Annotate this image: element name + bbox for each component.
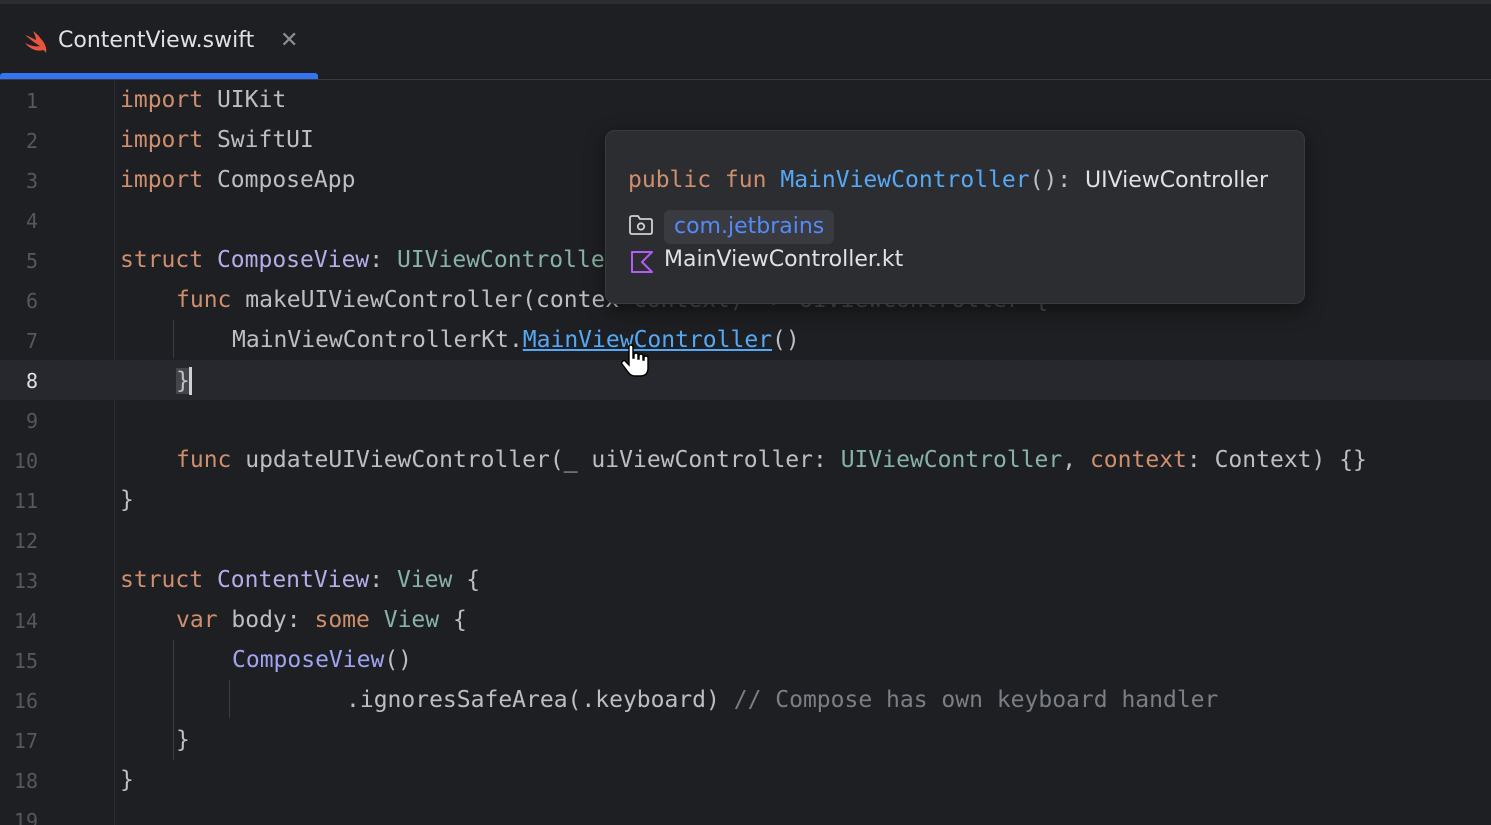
code-text: } xyxy=(120,767,134,793)
folder-icon xyxy=(629,215,653,235)
code-text: struct ContentView: View { xyxy=(120,567,481,593)
code-text: struct ComposeView: UIViewControlle xyxy=(120,247,605,273)
line-number: 4 xyxy=(25,209,38,233)
code-text: } xyxy=(120,487,134,513)
line-number: 7 xyxy=(25,329,38,353)
line-number: 14 xyxy=(13,609,38,633)
code-line-18: 18 } xyxy=(0,760,1491,800)
hand-cursor-icon xyxy=(620,344,649,377)
active-tab-indicator xyxy=(0,73,318,79)
line-number: 11 xyxy=(13,489,38,513)
line-number: 16 xyxy=(13,689,38,713)
code-text: import SwiftUI xyxy=(120,127,314,153)
line-number: 19 xyxy=(13,809,38,825)
source-file-name[interactable]: MainViewController.kt xyxy=(664,247,903,272)
kotlin-file-icon xyxy=(631,251,653,273)
swift-icon xyxy=(25,31,47,53)
line-number: 10 xyxy=(13,449,38,473)
line-number: 8 xyxy=(25,369,38,393)
code-text: MainViewControllerKt.MainViewController(… xyxy=(232,327,800,353)
line-number: 6 xyxy=(25,289,38,313)
code-line-1: 1 import UIKit xyxy=(0,80,1491,120)
code-line-10: 10 func updateUIViewController(_ uiViewC… xyxy=(0,440,1491,480)
tab-title: ContentView.swift xyxy=(58,28,255,53)
function-signature: public fun MainViewController(): UIViewC… xyxy=(628,167,1268,193)
code-line-7: 7 MainViewControllerKt.MainViewControlle… xyxy=(0,320,1491,360)
line-number: 9 xyxy=(25,409,38,433)
code-line-16: 16 .ignoresSafeArea(.keyboard) // Compos… xyxy=(0,680,1491,720)
line-number: 12 xyxy=(13,529,38,553)
code-line-15: 15 ComposeView() xyxy=(0,640,1491,680)
line-number: 5 xyxy=(25,249,38,273)
code-line-17: 17 } xyxy=(0,720,1491,760)
code-text: var body: some View { xyxy=(176,607,467,633)
line-number: 15 xyxy=(13,649,38,673)
code-line-8-current: 8 } xyxy=(0,360,1491,400)
code-text: .ignoresSafeArea(.keyboard) // Compose h… xyxy=(346,687,1219,713)
code-line-14: 14 var body: some View { xyxy=(0,600,1491,640)
tab-contentview-swift[interactable]: ContentView.swift ✕ xyxy=(0,4,318,79)
code-line-13: 13 struct ContentView: View { xyxy=(0,560,1491,600)
text-caret xyxy=(188,367,192,395)
code-text: } xyxy=(176,727,190,753)
line-number: 1 xyxy=(25,89,38,113)
code-text: func updateUIViewController(_ uiViewCont… xyxy=(176,447,1367,473)
line-number: 13 xyxy=(13,569,38,593)
line-number: 2 xyxy=(25,129,38,153)
code-line-19: 19 xyxy=(0,800,1491,825)
close-icon[interactable]: ✕ xyxy=(280,28,298,53)
code-text: } xyxy=(176,367,192,395)
code-text: import ComposeApp xyxy=(120,167,356,193)
code-text: ComposeView() xyxy=(232,647,413,673)
code-line-9: 9 xyxy=(0,400,1491,440)
code-line-11: 11 } xyxy=(0,480,1491,520)
code-text: import UIKit xyxy=(120,87,287,113)
package-link[interactable]: com.jetbrains xyxy=(664,210,835,244)
quick-documentation-popup: public fun MainViewController(): UIViewC… xyxy=(605,130,1305,304)
line-number: 18 xyxy=(13,769,38,793)
line-number: 17 xyxy=(13,729,38,753)
editor-tab-bar: ContentView.swift ✕ xyxy=(0,4,1491,80)
line-number: 3 xyxy=(25,169,38,193)
code-line-12: 12 xyxy=(0,520,1491,560)
